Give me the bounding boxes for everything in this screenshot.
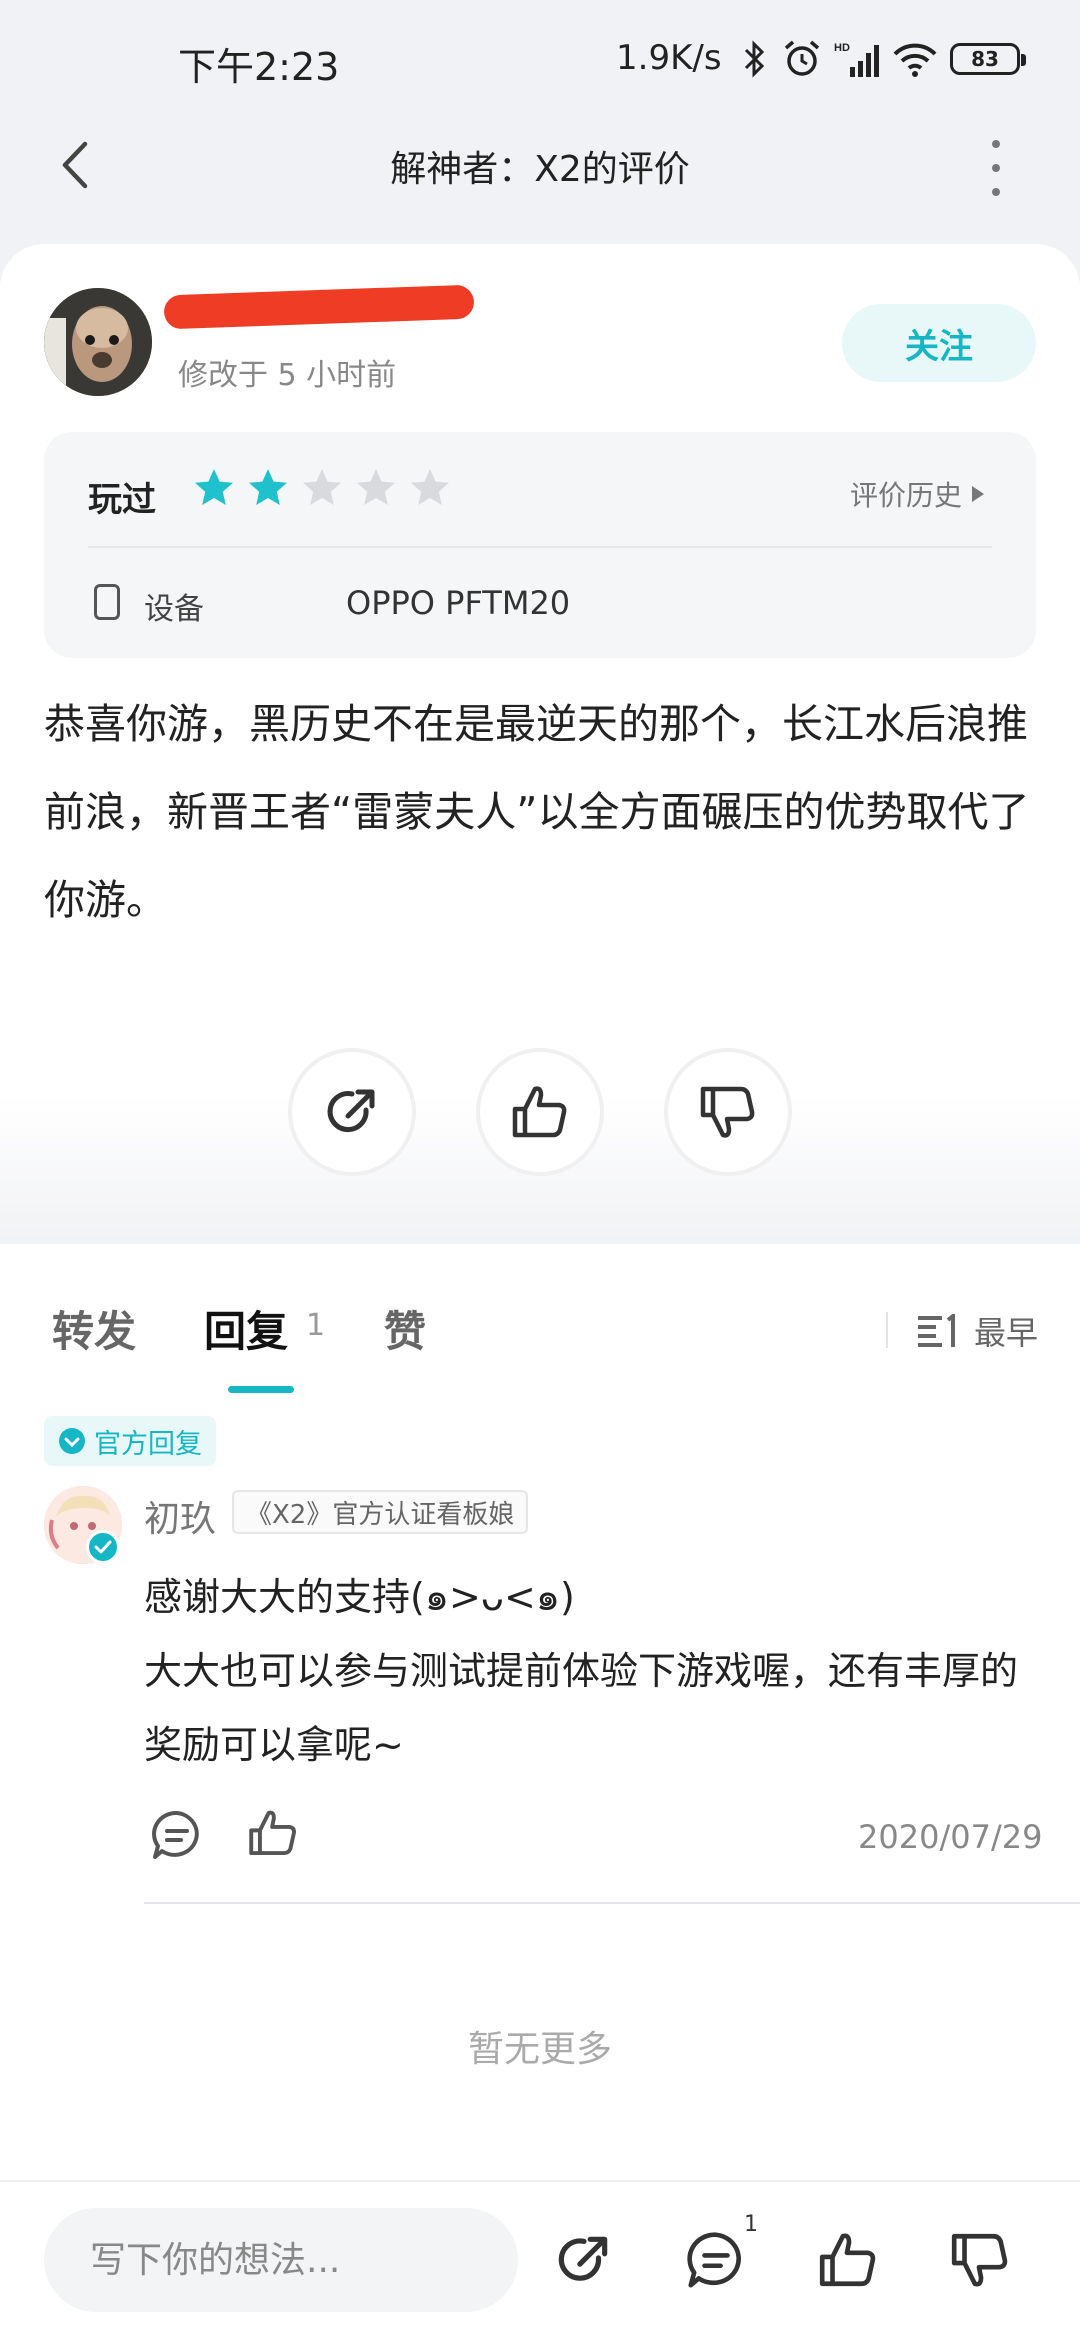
network-speed: 1.9K/s	[616, 38, 722, 78]
reply-author-name[interactable]: 初玖	[144, 1490, 216, 1542]
comment-icon	[152, 1810, 199, 1859]
reply-like-button[interactable]	[246, 1806, 300, 1864]
share-icon	[558, 2236, 608, 2281]
wifi-icon	[893, 43, 937, 77]
star-filled-icon	[249, 469, 287, 505]
more-dot-icon	[992, 188, 1000, 196]
divider	[88, 546, 992, 548]
reply-line: 感谢大大的支持(๑>ᴗ<๑)	[144, 1575, 575, 1619]
status-icons: HD 83	[740, 36, 1026, 82]
review-text: 恭喜你游，黑历史不在是最逆天的那个，长江水后浪推前浪，新晋王者“雷蒙夫人”以全方…	[44, 700, 1030, 924]
share-button[interactable]	[288, 1048, 416, 1176]
dislike-button[interactable]	[664, 1048, 792, 1176]
star-empty-icon	[411, 469, 449, 505]
reply-text: 感谢大大的支持(๑>ᴗ<๑) 大大也可以参与测试提前体验下游戏喔，还有丰厚的奖励…	[144, 1560, 1024, 1782]
thumbs-up-icon	[819, 2233, 876, 2287]
thumbs-up-icon	[512, 1086, 567, 1138]
edit-time: 修改于 5 小时前	[178, 358, 397, 393]
device-value: OPPO PFTM20	[346, 584, 571, 622]
heart-badge-icon	[59, 1428, 85, 1454]
divider	[886, 1312, 888, 1348]
signal-icon: HD	[834, 42, 879, 77]
active-tab-indicator	[228, 1386, 294, 1393]
star-rating	[192, 466, 452, 510]
reply-date: 2020/07/29	[858, 1818, 1043, 1856]
phone-icon	[94, 584, 120, 620]
reply-comment-button[interactable]	[150, 1808, 204, 1866]
bottom-share-button[interactable]	[544, 2220, 624, 2300]
star-empty-icon	[357, 469, 395, 505]
official-reply-label: 官方回复	[94, 1428, 202, 1460]
official-reply-badge: 官方回复	[44, 1416, 216, 1466]
thumbs-down-icon	[700, 1086, 755, 1138]
share-icon	[327, 1089, 375, 1133]
played-label: 玩过	[88, 480, 156, 520]
caret-right-icon	[972, 486, 985, 502]
reply-count: 1	[306, 1308, 326, 1343]
thumbs-up-icon	[249, 1810, 296, 1855]
rating-history-label: 评价历史	[850, 479, 963, 512]
divider	[144, 1902, 1080, 1904]
battery-level: 83	[971, 47, 999, 71]
battery-icon: 83	[950, 43, 1026, 75]
follow-button[interactable]: 关注	[842, 304, 1036, 382]
status-time: 下午2:23	[178, 45, 340, 89]
bottom-like-button[interactable]	[808, 2220, 888, 2300]
reply-line: 大大也可以参与测试提前体验下游戏喔，还有丰厚的奖励可以拿呢~	[144, 1649, 1019, 1767]
more-dot-icon	[992, 164, 1000, 172]
check-icon	[94, 1540, 112, 1554]
comment-count: 1	[744, 2212, 758, 2237]
like-button[interactable]	[476, 1048, 604, 1176]
alarm-icon	[784, 40, 820, 76]
star-empty-icon	[303, 469, 341, 505]
bottom-dislike-button[interactable]	[940, 2220, 1020, 2300]
device-label: 设备	[144, 592, 204, 627]
more-dot-icon	[992, 140, 1000, 148]
tab-likes[interactable]: 赞	[384, 1298, 426, 1359]
tab-replies[interactable]: 回复	[204, 1298, 288, 1359]
status-bar: 下午2:23 1.9K/s HD 83	[0, 0, 1080, 120]
tab-forward[interactable]: 转发	[52, 1298, 136, 1359]
rating-history-link[interactable]: 评价历史	[850, 474, 985, 514]
user-avatar[interactable]	[44, 288, 152, 396]
verified-icon	[86, 1530, 120, 1564]
comment-icon	[687, 2232, 741, 2288]
sort-button[interactable]: 最早	[918, 1308, 1038, 1354]
thumbs-down-icon	[951, 2233, 1008, 2287]
page-title: 解神者：X2的评价	[390, 149, 690, 190]
no-more-label: 暂无更多	[467, 2029, 612, 2070]
more-options-button[interactable]	[976, 140, 1016, 196]
bluetooth-icon	[744, 40, 765, 78]
reply-author-tag: 《X2》官方认证看板娘	[232, 1490, 529, 1534]
star-filled-icon	[195, 469, 233, 505]
svg-text:HD: HD	[834, 42, 850, 54]
alpaca-avatar-icon	[44, 288, 152, 396]
sort-icon	[918, 1314, 955, 1347]
sort-label: 最早	[974, 1314, 1039, 1352]
comment-input[interactable]	[44, 2208, 518, 2312]
